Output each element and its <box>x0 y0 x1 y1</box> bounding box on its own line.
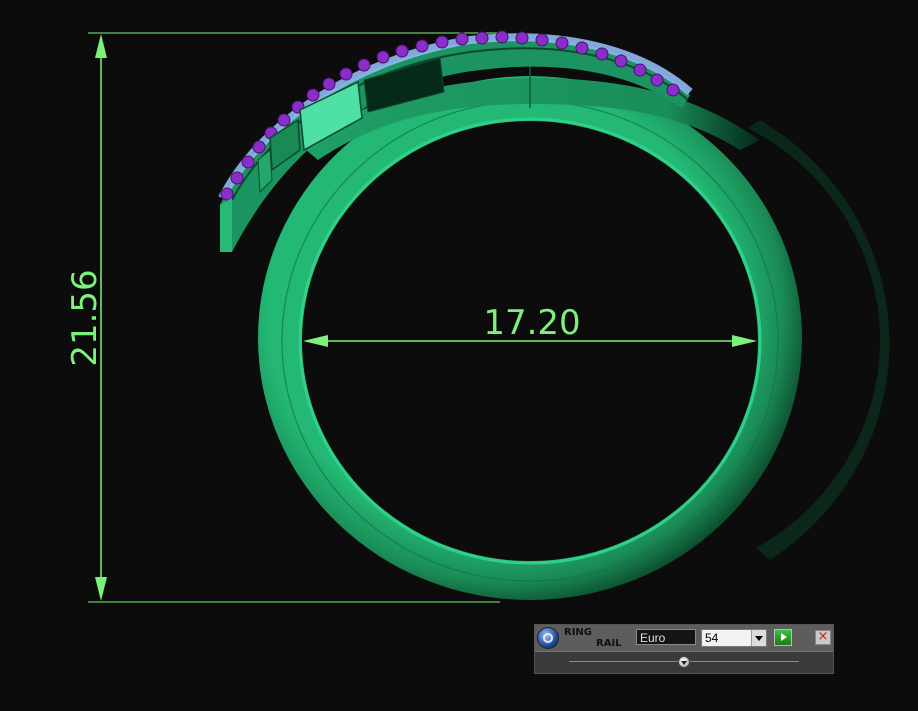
arrow-down-icon <box>95 577 107 601</box>
width-dimension-label: 17.20 <box>483 303 580 343</box>
size-standard-field[interactable]: Euro <box>636 629 696 645</box>
chevron-down-icon[interactable] <box>751 630 766 646</box>
ring-size-select[interactable]: 54 <box>701 629 767 647</box>
ring-rail-title-line2: RAIL <box>596 638 622 649</box>
height-dimension-label: 21.56 <box>65 269 105 366</box>
ring-rail-logo-icon[interactable] <box>537 627 559 649</box>
slider-thumb-icon[interactable] <box>678 656 690 668</box>
ring-size-value: 54 <box>705 631 719 645</box>
ring-rail-title-line1: RING <box>564 627 592 638</box>
cad-viewport[interactable]: 21.56 17.20 <box>0 0 918 711</box>
close-icon[interactable]: × <box>815 630 831 645</box>
play-icon[interactable] <box>774 629 792 646</box>
ring-rail-panel: RING RAIL Euro 54 × <box>534 624 834 674</box>
ring-rail-header: RING RAIL Euro 54 × <box>535 625 833 652</box>
arrow-up-icon <box>95 34 107 58</box>
